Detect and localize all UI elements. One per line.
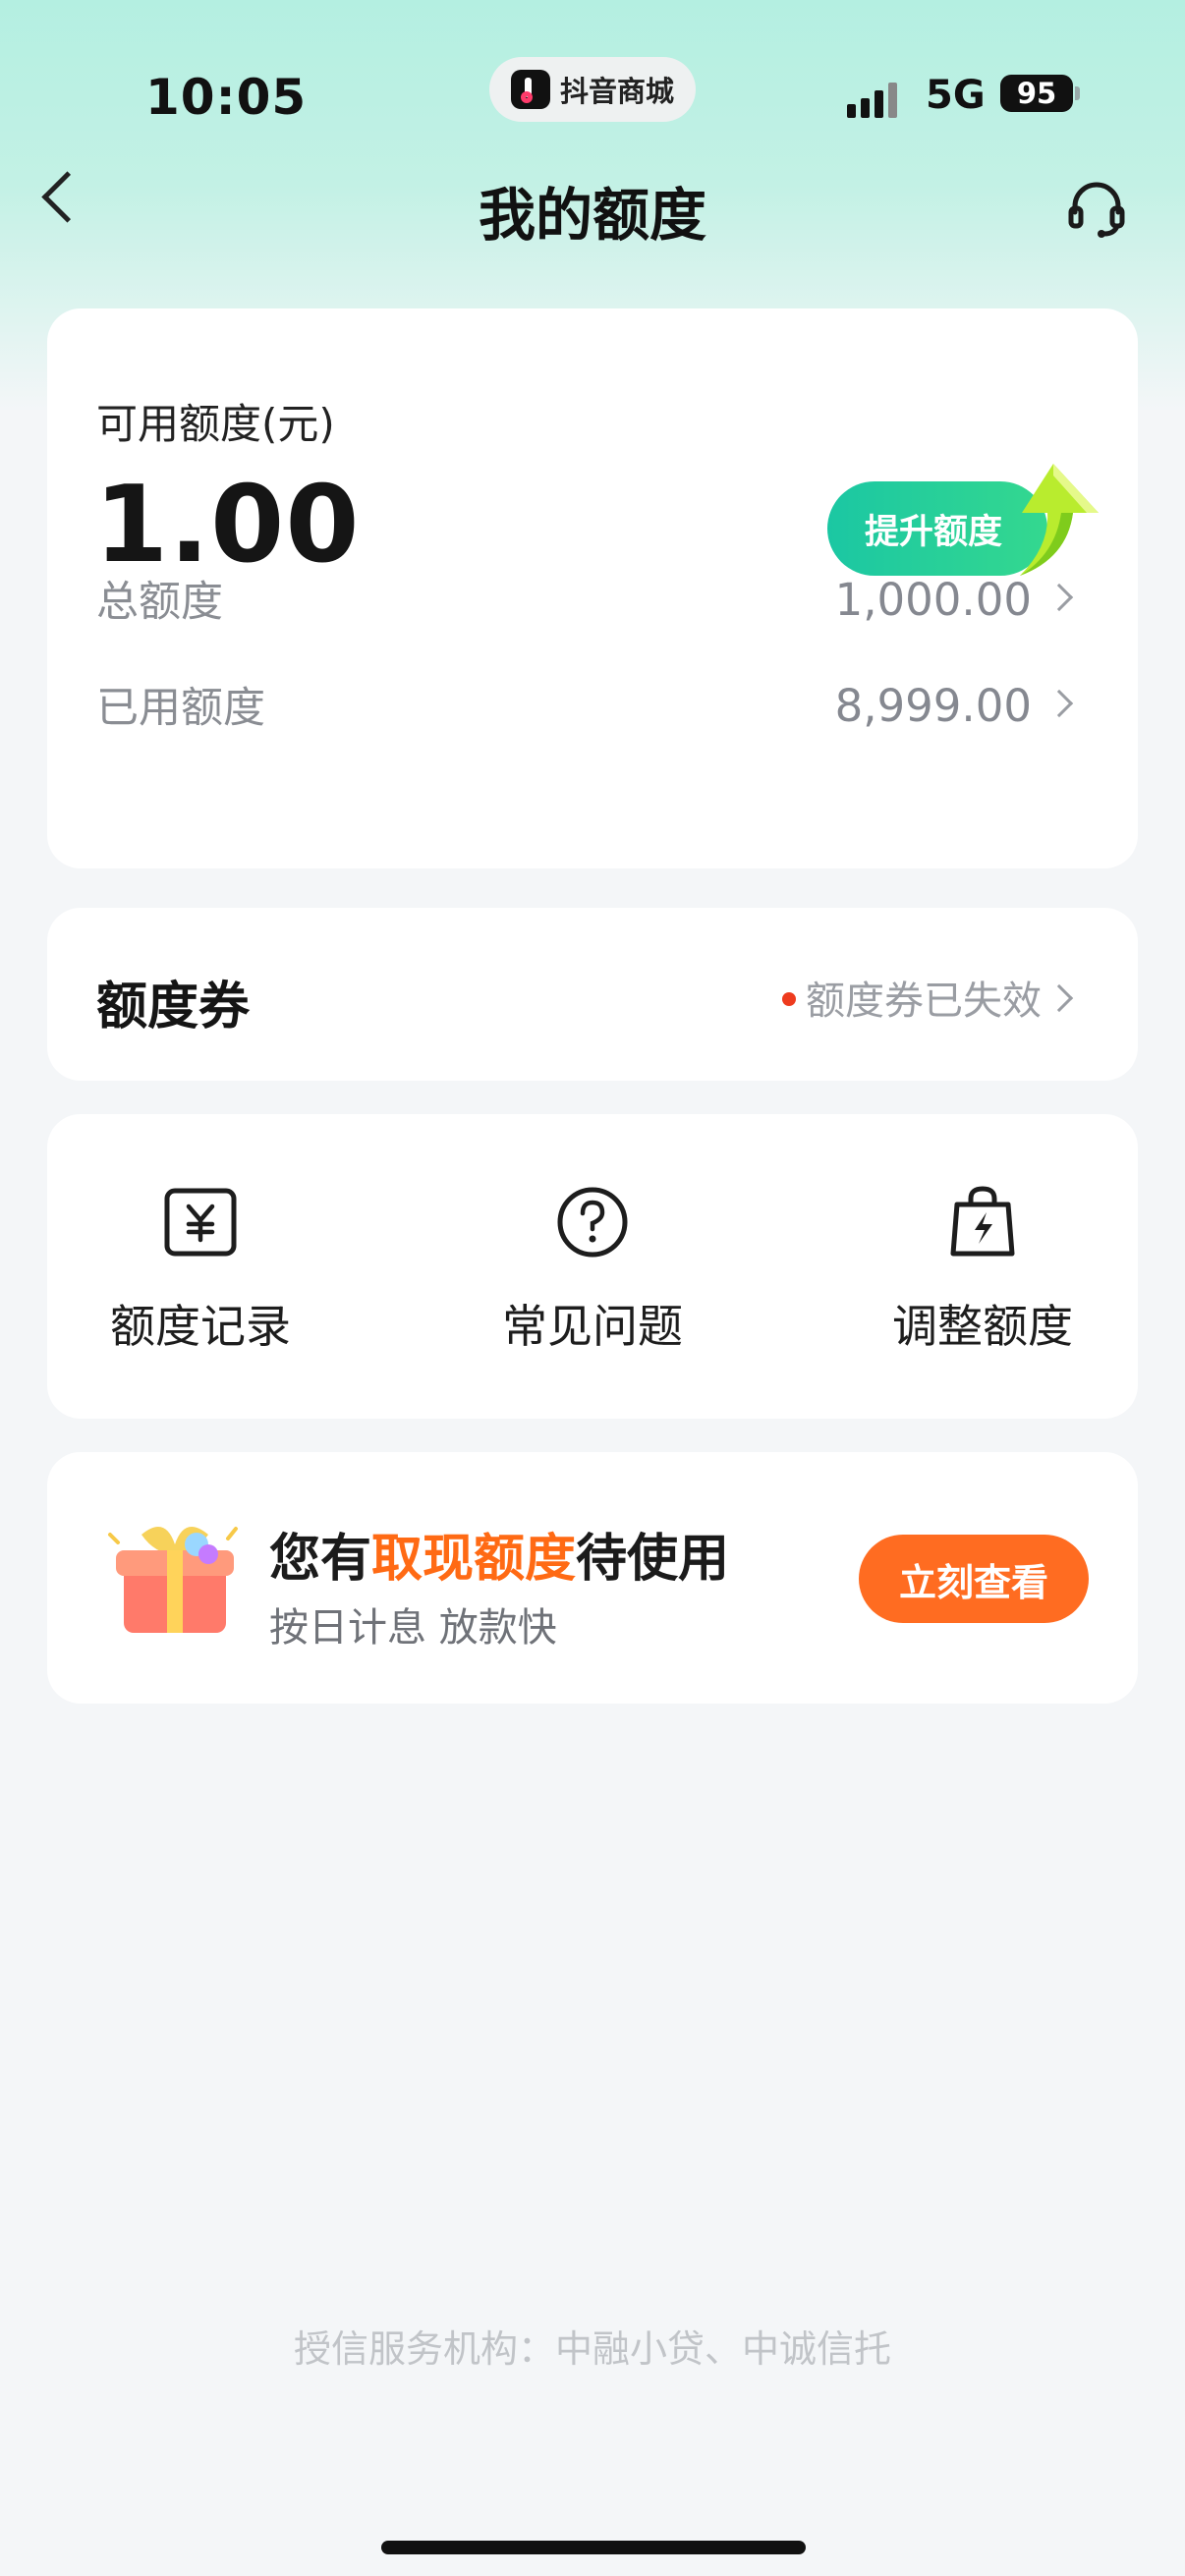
network-type: 5G	[926, 73, 986, 118]
total-credit-label: 总额度	[96, 578, 223, 627]
battery-level: 95	[1016, 77, 1057, 110]
menu-item-faq[interactable]: 常见问题	[465, 1183, 720, 1356]
promo-title-highlight: 取现额度	[371, 1530, 577, 1589]
used-credit-value: 8,999.00	[834, 680, 1032, 732]
arrow-up-icon	[1020, 464, 1099, 576]
home-indicator[interactable]	[381, 2541, 806, 2554]
menu-item-label: 常见问题	[502, 1300, 683, 1353]
cash-credit-promo[interactable]: 您有取现额度待使用 按日计息 放款快 立刻查看	[47, 1452, 1138, 1704]
app-indicator-pill[interactable]: 抖音商城	[489, 57, 696, 122]
used-credit-label: 已用额度	[96, 684, 265, 733]
menu-item-label: 额度记录	[110, 1300, 291, 1353]
chevron-right-icon	[1044, 689, 1074, 718]
question-circle-icon	[557, 1187, 628, 1258]
chevron-right-icon	[1044, 983, 1074, 1013]
headset-icon[interactable]	[1065, 177, 1128, 240]
status-time: 10:05	[145, 69, 308, 126]
available-credit-label: 可用额度(元)	[96, 400, 335, 448]
menu-item-adjust-credit[interactable]: 调整额度	[855, 1183, 1110, 1356]
used-credit-row[interactable]: 已用额度 8,999.00	[96, 674, 1089, 733]
battery-icon: 95	[1000, 75, 1073, 112]
coupon-row[interactable]: 额度券 额度券已失效	[47, 908, 1138, 1081]
promo-title-suffix: 待使用	[576, 1530, 730, 1589]
status-bar: 10:05 抖音商城 5G 95	[0, 49, 1185, 143]
promo-title-prefix: 您有	[269, 1530, 372, 1589]
total-credit-row[interactable]: 总额度 1,000.00	[96, 568, 1089, 627]
view-now-label: 立刻查看	[898, 1560, 1048, 1604]
view-now-button[interactable]: 立刻查看	[859, 1535, 1089, 1623]
status-dot	[782, 992, 796, 1006]
coupon-status: 额度券已失效	[806, 979, 1042, 1024]
raise-credit-label: 提升额度	[865, 512, 1003, 552]
shopping-bag-bolt-icon	[950, 1186, 1015, 1257]
total-credit-value: 1,000.00	[834, 574, 1032, 626]
yen-receipt-icon	[164, 1188, 237, 1257]
chevron-right-icon	[1044, 583, 1074, 612]
menu-item-label: 调整额度	[892, 1300, 1073, 1353]
footer-institution-text: 授信服务机构：中融小贷、中诚信托	[293, 2327, 891, 2371]
douyin-logo-icon	[510, 70, 550, 109]
menu-item-credit-record[interactable]: 额度记录	[73, 1183, 328, 1356]
promo-title: 您有取现额度待使用	[269, 1517, 729, 1591]
gift-box-icon	[108, 1527, 238, 1633]
coupon-title: 额度券	[96, 978, 251, 1036]
battery-cap	[1075, 86, 1080, 100]
page-title: 我的额度	[478, 182, 706, 249]
credit-card: 可用额度(元) 1.00 提升额度 总额度 1,000.00 已用额度 8,99…	[47, 308, 1138, 868]
app-name: 抖音商城	[559, 75, 674, 108]
shortcut-menu: 额度记录 常见问题 调整额度	[47, 1114, 1138, 1419]
promo-subtitle: 按日计息 放款快	[269, 1605, 557, 1651]
